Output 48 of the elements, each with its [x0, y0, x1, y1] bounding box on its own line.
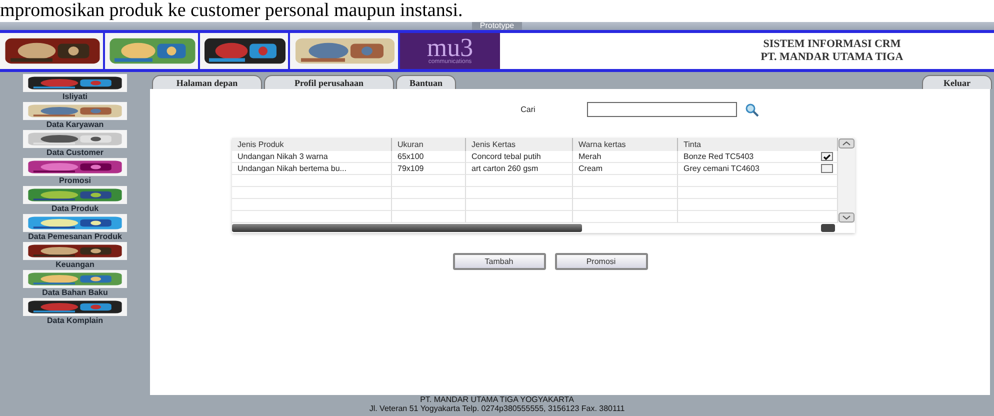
table-cell: Concord tebal putih [472, 150, 541, 162]
sidebar-item[interactable]: Keuangan [56, 260, 94, 269]
scroll-right-icon[interactable] [820, 224, 834, 232]
sidebar-item[interactable]: Data Karyawan [46, 120, 104, 129]
row-checkbox[interactable] [820, 152, 832, 161]
sidebar-item[interactable]: Data Bahan Baku [42, 288, 108, 297]
app-title: SISTEM INFORMASI CRM [763, 38, 901, 51]
table-cell: Undangan Nikah 3 warna [238, 150, 328, 162]
search-icon[interactable] [745, 102, 760, 116]
table-cell: 79x109 [398, 162, 424, 174]
logout-tab[interactable]: Keluar [922, 75, 992, 89]
footer-address: Jl. Veteran 51 Yogyakarta Telp. 0274p380555555, 3156123 Fax. 380111 [369, 404, 625, 413]
nav-tab[interactable]: Profil perusahaan [264, 75, 394, 89]
company-name: PT. MANDAR UTAMA TIGA [760, 51, 904, 64]
search-label: Cari [520, 105, 536, 114]
sidebar-item[interactable]: Promosi [58, 176, 91, 185]
nav-tab[interactable]: Halaman depan [152, 75, 262, 89]
scroll-up-icon[interactable] [838, 138, 854, 149]
window-title: Prototype [472, 22, 522, 30]
table-cell: 65x100 [398, 150, 424, 162]
column-header: Tinta [678, 138, 838, 151]
document-text: mpromosikan produk ke customer personal maupun instansi. [0, 0, 463, 22]
column-header: Jenis Produk [232, 138, 392, 151]
scroll-down-icon[interactable] [838, 212, 854, 223]
sidebar-item[interactable]: Data Komplain [46, 316, 103, 325]
horizontal-scrollbar[interactable] [232, 224, 582, 232]
table-cell: Grey cemani TC4603 [684, 162, 760, 174]
table-cell: Undangan Nikah bertema bu... [238, 162, 346, 174]
search-field[interactable] [587, 102, 738, 117]
row-checkbox[interactable] [820, 164, 832, 173]
table-cell: Bonze Red TC5403 [684, 150, 754, 162]
vertical-scrollbar[interactable] [838, 138, 854, 223]
table-cell: Merah [578, 150, 602, 162]
sidebar-item[interactable]: Data Pemesanan Produk [28, 232, 122, 241]
table-cell: Cream [578, 162, 603, 174]
nav-tab[interactable]: Bantuan [396, 75, 456, 89]
sidebar-item[interactable]: Data Customer [46, 148, 104, 157]
action-button[interactable]: Tambah [452, 253, 546, 270]
action-button[interactable]: Promosi [554, 253, 648, 270]
logo-text: mu3 [426, 37, 474, 59]
footer-company: PT. MANDAR UTAMA TIGA YOGYAKARTA [420, 395, 574, 404]
sidebar-item[interactable]: Isliyati [62, 92, 88, 101]
column-header: Warna kertas [572, 138, 678, 151]
column-header: Ukuran [392, 138, 466, 151]
sidebar-item[interactable]: Data Produk [51, 204, 99, 213]
column-header: Jenis Kertas [466, 138, 572, 151]
table-cell: art carton 260 gsm [472, 162, 538, 174]
check-icon [822, 154, 830, 160]
